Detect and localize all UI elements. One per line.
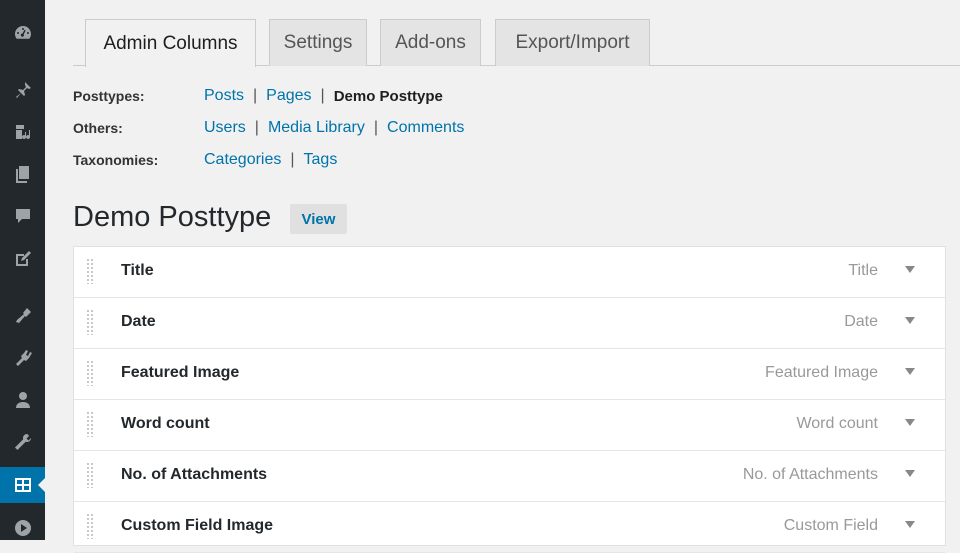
drag-handle-icon[interactable] xyxy=(86,309,94,335)
settings-tabs: Admin Columns Settings Add-ons Export/Im… xyxy=(73,19,960,67)
media-icon[interactable] xyxy=(0,114,45,150)
view-button[interactable]: View xyxy=(290,204,347,234)
plugins-icon[interactable] xyxy=(0,340,45,376)
posttypes-label: Posttypes: xyxy=(73,88,145,104)
drag-handle-icon[interactable] xyxy=(86,360,94,386)
current-posttype: Demo Posttype xyxy=(333,87,443,105)
appearance-icon[interactable] xyxy=(0,298,45,334)
taxonomies-label: Taxonomies: xyxy=(73,152,159,168)
drag-handle-icon[interactable] xyxy=(86,462,94,488)
column-row[interactable]: No. of Attachments No. of Attachments xyxy=(74,451,945,502)
link-categories[interactable]: Categories xyxy=(204,151,281,169)
comments-icon[interactable] xyxy=(0,198,45,234)
expand-arrow-icon[interactable] xyxy=(905,368,915,375)
column-type: Date xyxy=(844,313,878,330)
separator: | xyxy=(254,119,259,136)
separator: | xyxy=(290,151,295,168)
admin-sidebar xyxy=(0,0,45,540)
column-name[interactable]: Custom Field Image xyxy=(121,517,273,535)
separator: | xyxy=(253,87,258,104)
column-name[interactable]: Featured Image xyxy=(121,364,239,382)
page-title: Demo Posttype xyxy=(73,201,272,233)
column-type: Word count xyxy=(796,415,878,432)
tools-icon[interactable] xyxy=(0,424,45,460)
expand-arrow-icon[interactable] xyxy=(905,521,915,528)
play-icon[interactable] xyxy=(0,510,45,546)
column-name[interactable]: Title xyxy=(121,262,154,280)
drag-handle-icon[interactable] xyxy=(86,513,94,539)
column-type: Featured Image xyxy=(765,364,878,381)
dashboard-icon[interactable] xyxy=(0,15,45,51)
others-label: Others: xyxy=(73,120,123,136)
column-row[interactable]: Word count Word count xyxy=(74,400,945,451)
column-type: No. of Attachments xyxy=(742,466,878,483)
expand-arrow-icon[interactable] xyxy=(905,470,915,477)
admin-columns-icon[interactable] xyxy=(0,467,45,503)
column-name[interactable]: Date xyxy=(121,313,156,331)
tab-add-ons[interactable]: Add-ons xyxy=(380,19,481,66)
column-name[interactable]: No. of Attachments xyxy=(121,466,267,484)
pin-icon[interactable] xyxy=(0,72,45,108)
column-row[interactable]: Title Title xyxy=(74,247,945,298)
column-row[interactable]: Custom Field Image Custom Field xyxy=(74,502,945,553)
column-row[interactable]: Featured Image Featured Image xyxy=(74,349,945,400)
users-icon[interactable] xyxy=(0,382,45,418)
column-type: Custom Field xyxy=(783,517,878,534)
link-media-library[interactable]: Media Library xyxy=(268,119,365,137)
link-comments[interactable]: Comments xyxy=(387,119,464,137)
expand-arrow-icon[interactable] xyxy=(905,419,915,426)
tab-admin-columns[interactable]: Admin Columns xyxy=(85,19,256,67)
column-name[interactable]: Word count xyxy=(121,415,210,433)
separator: | xyxy=(320,87,325,104)
column-type: Title xyxy=(848,262,878,279)
pages-icon[interactable] xyxy=(0,156,45,192)
posttypes-row: Posttypes: Posts | Pages | Demo Posttype xyxy=(73,85,443,107)
tab-settings[interactable]: Settings xyxy=(269,19,367,66)
drag-handle-icon[interactable] xyxy=(86,258,94,284)
expand-arrow-icon[interactable] xyxy=(905,266,915,273)
others-row: Others: Users | Media Library | Comments xyxy=(73,117,464,139)
column-row[interactable]: Date Date xyxy=(74,298,945,349)
link-pages[interactable]: Pages xyxy=(266,87,311,105)
tab-export-import[interactable]: Export/Import xyxy=(495,19,650,66)
edit-icon[interactable] xyxy=(0,241,45,277)
link-posts[interactable]: Posts xyxy=(204,87,244,105)
columns-list: Title Title Date Date Featured Image Fea… xyxy=(73,246,946,553)
expand-arrow-icon[interactable] xyxy=(905,317,915,324)
taxonomies-row: Taxonomies: Categories | Tags xyxy=(73,149,337,171)
link-users[interactable]: Users xyxy=(204,119,246,137)
drag-handle-icon[interactable] xyxy=(86,411,94,437)
link-tags[interactable]: Tags xyxy=(304,151,338,169)
separator: | xyxy=(373,119,379,136)
